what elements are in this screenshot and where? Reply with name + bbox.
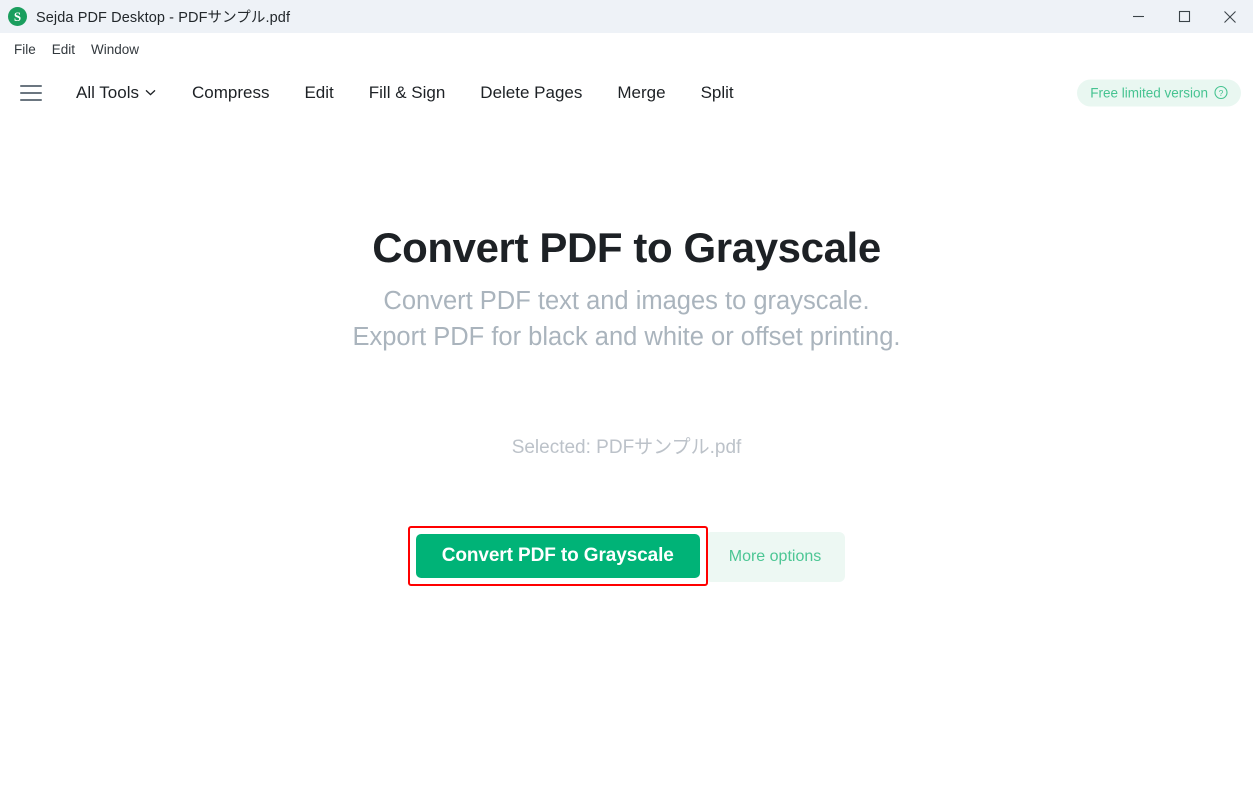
primary-action-highlight: Convert PDF to Grayscale [407, 526, 708, 586]
convert-pdf-to-grayscale-button[interactable]: Convert PDF to Grayscale [415, 534, 700, 578]
tool-delete-pages[interactable]: Delete Pages [470, 79, 592, 107]
menu-item-file[interactable]: File [6, 39, 44, 60]
tool-all-tools[interactable]: All Tools [66, 79, 166, 107]
maximize-button[interactable] [1161, 0, 1207, 33]
close-icon [1224, 10, 1236, 23]
close-button[interactable] [1207, 0, 1253, 33]
tool-all-tools-label: All Tools [76, 82, 139, 102]
page-subtitle-line1: Convert PDF text and images to grayscale… [383, 287, 870, 315]
menu-item-edit[interactable]: Edit [44, 39, 83, 60]
more-options-button[interactable]: More options [704, 532, 846, 582]
action-row: Convert PDF to Grayscale More options [0, 526, 1253, 586]
free-version-badge[interactable]: Free limited version ? [1077, 79, 1241, 106]
free-version-badge-label: Free limited version [1090, 85, 1208, 100]
maximize-icon [1178, 10, 1190, 23]
tool-edit[interactable]: Edit [294, 79, 343, 107]
page-subtitle-line2: Export PDF for black and white or offset… [352, 323, 901, 351]
menu-item-window[interactable]: Window [83, 39, 147, 60]
tool-compress[interactable]: Compress [182, 79, 279, 107]
svg-text:?: ? [1219, 88, 1224, 98]
minimize-button[interactable] [1115, 0, 1161, 33]
help-circle-icon: ? [1214, 85, 1228, 100]
tool-bar: All Tools Compress Edit Fill & Sign Dele… [0, 65, 1253, 120]
menu-bar: File Edit Window [0, 33, 1253, 65]
minimize-icon [1132, 15, 1144, 18]
app-logo-letter: S [13, 9, 22, 24]
tool-split[interactable]: Split [691, 79, 744, 107]
selected-file-label: Selected: PDFサンプル.pdf [511, 437, 742, 458]
page-subtitle: Convert PDF text and images to grayscale… [0, 283, 1253, 355]
title-bar: S Sejda PDF Desktop - PDFサンプル.pdf [0, 0, 1253, 33]
hamburger-icon[interactable] [20, 84, 42, 101]
window-title: Sejda PDF Desktop - PDFサンプル.pdf [36, 10, 291, 26]
tool-merge[interactable]: Merge [607, 79, 675, 107]
chevron-down-icon [145, 89, 156, 96]
main-content: Convert PDF to Grayscale Convert PDF tex… [0, 120, 1253, 800]
window-controls [1115, 0, 1253, 33]
tool-fill-and-sign[interactable]: Fill & Sign [359, 79, 456, 107]
page-title: Convert PDF to Grayscale [372, 224, 881, 271]
app-logo-icon: S [8, 7, 27, 26]
